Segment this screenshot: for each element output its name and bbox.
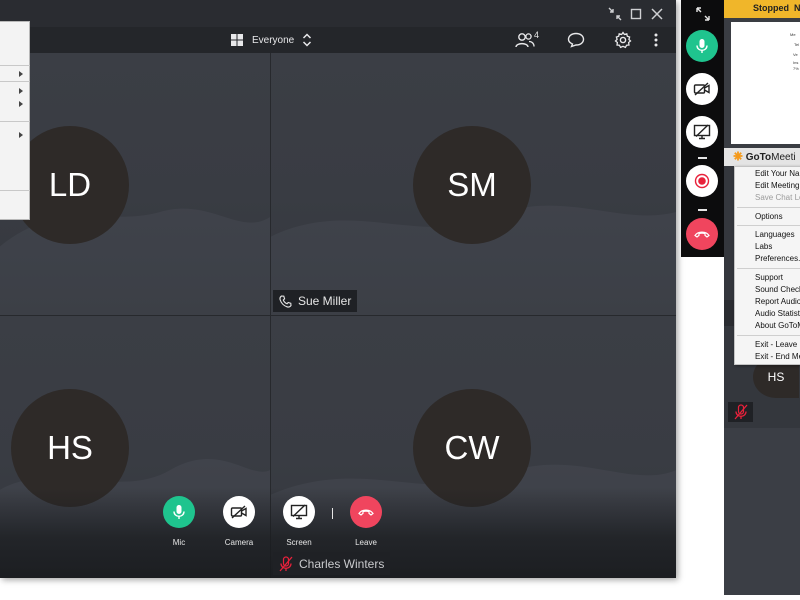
panel-divider: [698, 209, 707, 211]
shared-slide: Me Tel Ve Ins 7%: [731, 22, 800, 144]
float-leave-button[interactable]: [686, 218, 718, 250]
leave-label: Leave: [355, 538, 377, 547]
mic-label: Mic: [172, 538, 186, 547]
hang-up-icon: [694, 231, 710, 238]
muted-mic-tag: [728, 402, 753, 422]
microphone-icon: [696, 39, 708, 53]
name-tag-sue-miller: Sue Miller: [273, 290, 358, 312]
chevron-updown-icon: [303, 33, 312, 47]
screen-share-off-icon: [290, 504, 308, 520]
panel-divider: [698, 157, 707, 159]
menu-item-edit-name[interactable]: Edit Your Na: [755, 169, 799, 178]
microphone-icon: [173, 505, 185, 519]
menu-item-sound-check[interactable]: Sound Check: [755, 285, 800, 294]
hang-up-icon: [358, 509, 374, 516]
status-text-extra: N: [794, 3, 800, 13]
participant-name: Charles Winters: [299, 556, 385, 571]
grid-view-icon: [231, 34, 243, 46]
gear-icon: [614, 31, 632, 49]
chat-icon: [567, 32, 585, 48]
screen-label: Screen: [286, 538, 312, 547]
menu-item-about[interactable]: About GoToM: [755, 321, 800, 330]
menu-item-languages[interactable]: Languages: [755, 230, 795, 239]
menu-item-exit-end[interactable]: Exit - End Me: [755, 352, 800, 361]
goto-logo: GoToMeeti: [733, 151, 796, 163]
goto-logo-suffix: Meeti: [771, 152, 796, 163]
menu-item-edit-meeting[interactable]: Edit Meeting: [755, 181, 799, 190]
goto-logo-prefix: GoTo: [745, 152, 772, 163]
submenu-arrow-icon[interactable]: [19, 101, 23, 107]
title-bar: [0, 0, 676, 27]
settings-button[interactable]: [612, 30, 634, 50]
participant-name: Sue Miller: [298, 294, 352, 308]
camera-label: Camera: [224, 538, 254, 547]
collapse-icon[interactable]: [606, 5, 624, 23]
camera-off-icon: [230, 505, 247, 519]
goto-side-edge: [724, 300, 734, 326]
record-button[interactable]: [686, 165, 718, 197]
video-tile-ld[interactable]: LD: [0, 53, 270, 315]
microphone-muted-icon: [279, 555, 293, 571]
goto-video-area: [724, 428, 800, 595]
float-mic-button[interactable]: [686, 30, 718, 62]
menu-item-preferences[interactable]: Preferences...: [755, 254, 800, 263]
people-icon: [515, 33, 535, 48]
menu-item-report-audio[interactable]: Report Audio: [755, 297, 800, 306]
submenu-arrow-icon[interactable]: [19, 132, 23, 138]
view-selector[interactable]: Everyone: [230, 31, 312, 49]
submenu-arrow-icon[interactable]: [19, 88, 23, 94]
camera-off-icon: [693, 82, 710, 96]
menu-item-labs[interactable]: Labs: [755, 242, 772, 251]
close-icon[interactable]: [648, 5, 666, 23]
record-icon: [694, 173, 710, 189]
screen-share-button[interactable]: Screen: [269, 496, 329, 547]
name-tag-charles-winters: Charles Winters: [273, 552, 391, 575]
participant-count: 4: [534, 30, 540, 40]
camera-button[interactable]: Camera: [209, 496, 269, 547]
grid-divider-horizontal: [0, 315, 676, 316]
menu-item-save-chat: Save Chat Lo: [755, 193, 800, 202]
chat-button[interactable]: [565, 30, 587, 50]
menu-item-options[interactable]: Options: [755, 212, 783, 221]
control-divider: [332, 508, 333, 519]
recording-status-bar: Stopped N: [724, 0, 800, 18]
submenu-arrow-icon[interactable]: [19, 71, 23, 77]
meeting-window: Everyone 4 LD SM HS CW Sue Miller Mic Ca…: [0, 0, 676, 578]
mic-button[interactable]: Mic: [149, 496, 209, 547]
more-vertical-icon: [654, 33, 658, 47]
float-screen-button[interactable]: [686, 116, 718, 148]
phone-icon: [279, 294, 292, 308]
goto-options-menu: Edit Your Na Edit Meeting Save Chat Lo O…: [734, 166, 800, 365]
float-camera-button[interactable]: [686, 73, 718, 105]
leave-button[interactable]: Leave: [336, 496, 396, 547]
microphone-muted-icon: [734, 404, 747, 420]
screen-share-off-icon: [693, 124, 711, 140]
participants-button[interactable]: [514, 30, 536, 50]
goto-flower-icon: [733, 151, 743, 161]
view-selector-label: Everyone: [252, 34, 295, 46]
menu-item-support[interactable]: Support: [755, 273, 783, 282]
expand-icon[interactable]: [695, 6, 711, 22]
video-tile-sm[interactable]: SM: [271, 53, 676, 315]
context-menu-partial: [0, 21, 30, 220]
menu-item-exit-leave[interactable]: Exit - Leave M: [755, 340, 800, 349]
floating-control-panel: [681, 0, 724, 257]
avatar-sm: SM: [413, 126, 531, 244]
more-options-button[interactable]: [645, 30, 667, 50]
menu-item-audio-statistics[interactable]: Audio Statist: [755, 309, 800, 318]
maximize-icon[interactable]: [627, 5, 645, 23]
status-text: Stopped: [753, 3, 789, 13]
